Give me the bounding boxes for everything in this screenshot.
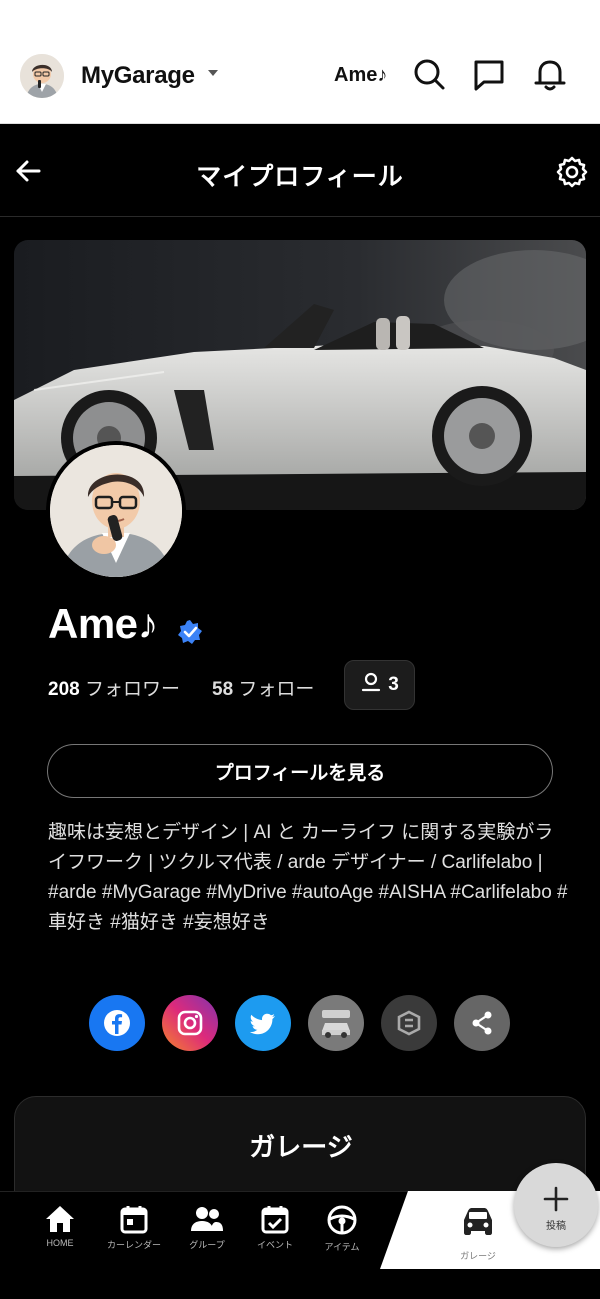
nav-events[interactable]: イベント [237,1204,313,1251]
nav-items[interactable]: アイテム [304,1204,380,1253]
steering-wheel-icon [304,1204,380,1236]
following-stat[interactable]: 58 フォロー [212,674,314,701]
caret-down-icon[interactable] [208,70,218,76]
message-icon[interactable] [471,56,507,92]
nav-garage[interactable]: ガレージ [440,1206,516,1262]
person-icon [360,671,382,699]
app-bar: MyGarage Ame♪ [0,0,600,124]
following-label: フォロー [238,679,315,700]
nav-groups-label: グループ [189,1240,225,1250]
gear-icon[interactable] [554,154,590,190]
groups-count: 3 [388,674,399,695]
facebook-icon[interactable] [89,995,145,1051]
instagram-icon[interactable] [162,995,218,1051]
car-icon [460,1208,496,1242]
nav-items-label: アイテム [324,1242,360,1252]
search-icon[interactable] [411,56,447,92]
carlifelabo-icon[interactable] [381,995,437,1051]
nav-events-label: イベント [256,1240,293,1250]
home-icon [22,1204,98,1234]
post-fab-button[interactable]: 投稿 [514,1163,598,1247]
bell-icon[interactable] [532,56,568,92]
app-brand[interactable]: MyGarage [81,62,195,90]
current-username[interactable]: Ame♪ [334,64,387,87]
user-avatar[interactable] [20,54,64,98]
group-icon [169,1204,245,1234]
share-icon[interactable] [454,995,510,1051]
post-fab-label: 投稿 [546,1221,566,1232]
nav-calendar-label: カーレンダー [106,1240,161,1250]
nav-groups[interactable]: グループ [169,1204,245,1251]
garage-section-title: ガレージ [249,1132,353,1162]
groups-badge[interactable]: 3 [344,660,415,710]
plus-icon [542,1185,570,1213]
nav-calendar[interactable]: カーレンダー [96,1204,172,1251]
minkara-icon[interactable] [308,995,364,1051]
followers-stat[interactable]: 208 フォロワー [48,674,180,701]
profile-avatar[interactable] [46,441,186,581]
nav-home[interactable]: HOME [22,1204,98,1248]
twitter-icon[interactable] [235,995,291,1051]
profile-name: Ame♪ [48,600,159,647]
followers-count: 208 [48,679,80,700]
calendar-icon [96,1204,172,1234]
followers-label: フォロワー [84,679,180,700]
page-header: マイプロフィール [0,125,600,217]
profile-bio: 趣味は妄想とデザイン | AI と カーライフ に関する実験がライフワーク | … [48,822,568,933]
page-title: マイプロフィール [196,163,404,191]
nav-garage-label: ガレージ [460,1251,496,1261]
following-count: 58 [212,679,234,700]
nav-home-label: HOME [46,1238,74,1248]
event-icon [237,1204,313,1234]
view-profile-button[interactable]: プロフィールを見る [47,744,553,798]
verified-badge-icon [176,618,204,646]
